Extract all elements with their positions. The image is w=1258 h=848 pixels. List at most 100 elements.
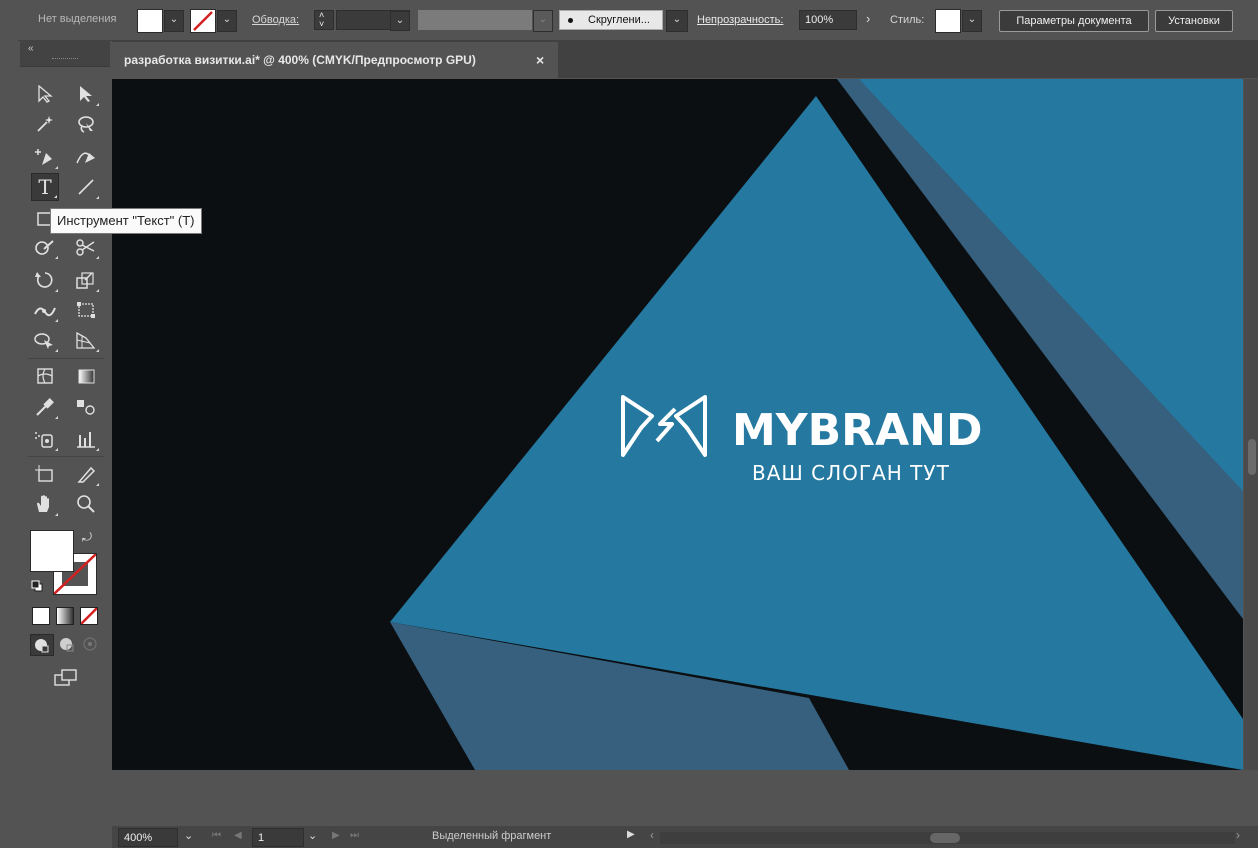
brush-definition[interactable]: Скруглени... xyxy=(559,10,663,30)
none-mode-button[interactable] xyxy=(80,607,98,625)
artboard-icon xyxy=(35,465,53,482)
width-tool[interactable] xyxy=(31,296,59,324)
shape-builder-tool[interactable] xyxy=(31,326,59,354)
graphic-style-swatch[interactable] xyxy=(935,9,961,33)
pen-plus-icon xyxy=(35,149,52,165)
draw-normal-button[interactable] xyxy=(30,634,54,656)
screen-mode-button[interactable] xyxy=(53,667,79,689)
scroll-right-icon[interactable]: › xyxy=(1236,828,1240,842)
profile-dropdown[interactable]: ⌄ xyxy=(533,10,553,32)
horizontal-scroll-thumb[interactable] xyxy=(930,833,960,843)
previous-artboard-icon[interactable]: ◀ xyxy=(234,830,242,841)
horizontal-scrollbar[interactable] xyxy=(660,832,1235,844)
curvature-tool[interactable] xyxy=(72,143,100,171)
eyedropper-tool[interactable] xyxy=(31,393,59,421)
stroke-dropdown[interactable]: ⌄ xyxy=(217,10,237,32)
scroll-left-icon[interactable]: ‹ xyxy=(650,828,654,842)
document-setup-button[interactable]: Параметры документа xyxy=(999,10,1149,32)
draw-inside-icon xyxy=(83,637,97,651)
vertical-scrollbar[interactable] xyxy=(1244,79,1258,770)
document-tab[interactable]: разработка визитки.ai* @ 400% (CMYK/Пред… xyxy=(112,42,558,78)
toolbar-divider xyxy=(28,358,104,359)
gradient-tool[interactable] xyxy=(72,362,100,390)
draw-normal-icon xyxy=(35,639,49,653)
symbol-sprayer-icon xyxy=(35,432,53,448)
artboard-tool[interactable] xyxy=(31,460,59,488)
artboard-dropdown-icon[interactable]: ⌄ xyxy=(308,829,317,842)
blend-tool[interactable] xyxy=(72,393,100,421)
pen-tool[interactable] xyxy=(31,143,59,171)
first-artboard-icon[interactable]: ⏮ xyxy=(212,830,221,841)
free-transform-tool[interactable] xyxy=(72,296,100,324)
slice-tool[interactable] xyxy=(72,460,100,488)
mesh-icon xyxy=(37,368,53,384)
status-menu-arrow-icon[interactable]: ▶ xyxy=(627,829,635,840)
hand-tool[interactable] xyxy=(31,490,59,518)
opacity-input[interactable]: 100% xyxy=(799,10,857,30)
last-artboard-icon[interactable]: ⏭ xyxy=(350,830,359,841)
slogan-text: ВАШ СЛОГАН ТУТ xyxy=(752,461,950,485)
slice-knife-icon xyxy=(77,466,96,483)
fill-color-box[interactable] xyxy=(30,530,74,572)
column-graph-tool[interactable] xyxy=(72,425,100,453)
color-mode-button[interactable] xyxy=(32,607,50,625)
mesh-tool[interactable] xyxy=(31,362,59,390)
fill-dropdown[interactable]: ⌄ xyxy=(164,10,184,32)
symbol-sprayer-tool[interactable] xyxy=(31,425,59,453)
stroke-weight-dropdown[interactable]: ⌄ xyxy=(390,11,410,31)
scale-icon xyxy=(76,272,94,289)
fill-swatch[interactable] xyxy=(137,9,163,33)
style-dropdown[interactable]: ⌄ xyxy=(962,10,982,32)
panel-grip[interactable] xyxy=(52,58,78,61)
brush-dropdown[interactable]: ⌄ xyxy=(666,10,688,32)
swap-colors-icon[interactable]: ⤾ xyxy=(82,530,92,545)
default-colors-icon[interactable] xyxy=(31,580,43,592)
pasteboard-area[interactable] xyxy=(112,770,1258,826)
eraser-icon xyxy=(35,240,54,255)
none-mode-icon xyxy=(80,607,98,625)
scissors-icon xyxy=(76,239,95,256)
stroke-swatch[interactable] xyxy=(190,9,216,33)
line-segment-tool[interactable] xyxy=(72,173,100,201)
stroke-label[interactable]: Обводка: xyxy=(252,14,299,26)
selection-tool[interactable] xyxy=(31,80,59,108)
shape-builder-icon xyxy=(34,333,53,349)
next-artboard-icon[interactable]: ▶ xyxy=(332,830,340,841)
zoom-level-input[interactable]: 400% xyxy=(118,828,178,847)
zoom-dropdown-icon[interactable]: ⌄ xyxy=(184,829,193,842)
opacity-label[interactable]: Непрозрачность: xyxy=(697,14,783,26)
draw-behind-button[interactable] xyxy=(56,634,78,654)
type-tool[interactable]: T xyxy=(31,173,59,201)
tools-panel-header: « xyxy=(20,40,110,67)
toolbar-divider xyxy=(28,456,104,457)
artboard-number-input[interactable]: 1 xyxy=(252,828,304,847)
eyedropper-icon xyxy=(36,398,54,416)
business-card-artwork: MYBRAND ВАШ СЛОГАН ТУТ xyxy=(112,79,1243,770)
preferences-button[interactable]: Установки xyxy=(1155,10,1233,32)
zoom-tool[interactable] xyxy=(72,490,100,518)
perspective-grid-tool[interactable] xyxy=(72,326,100,354)
gradient-mode-button[interactable] xyxy=(56,607,74,625)
collapse-panel-icon[interactable]: « xyxy=(28,43,34,54)
artboard-canvas[interactable]: MYBRAND ВАШ СЛОГАН ТУТ xyxy=(112,79,1243,770)
variable-width-profile[interactable] xyxy=(418,10,532,30)
stroke-weight-stepper[interactable]: ˄ ˅ xyxy=(314,10,334,30)
opacity-expand-chevron-icon[interactable]: › xyxy=(866,11,870,26)
perspective-grid-icon xyxy=(76,331,96,349)
lasso-icon xyxy=(78,116,94,133)
magic-wand-tool[interactable] xyxy=(31,110,59,138)
scale-tool[interactable] xyxy=(72,266,100,294)
direct-selection-arrow-icon xyxy=(80,86,92,102)
selection-arrow-icon xyxy=(38,85,53,103)
curvature-pen-icon xyxy=(76,152,95,164)
document-tab-title: разработка визитки.ai* @ 400% (CMYK/Пред… xyxy=(124,53,476,67)
selection-status: Нет выделения xyxy=(38,13,117,25)
vertical-scroll-thumb[interactable] xyxy=(1248,439,1256,475)
scissors-tool[interactable] xyxy=(72,233,100,261)
draw-inside-button[interactable] xyxy=(80,634,102,654)
shaper-tool[interactable] xyxy=(31,233,59,261)
lasso-tool[interactable] xyxy=(72,110,100,138)
close-tab-icon[interactable]: × xyxy=(536,42,544,78)
direct-selection-tool[interactable] xyxy=(72,80,100,108)
rotate-tool[interactable] xyxy=(31,266,59,294)
